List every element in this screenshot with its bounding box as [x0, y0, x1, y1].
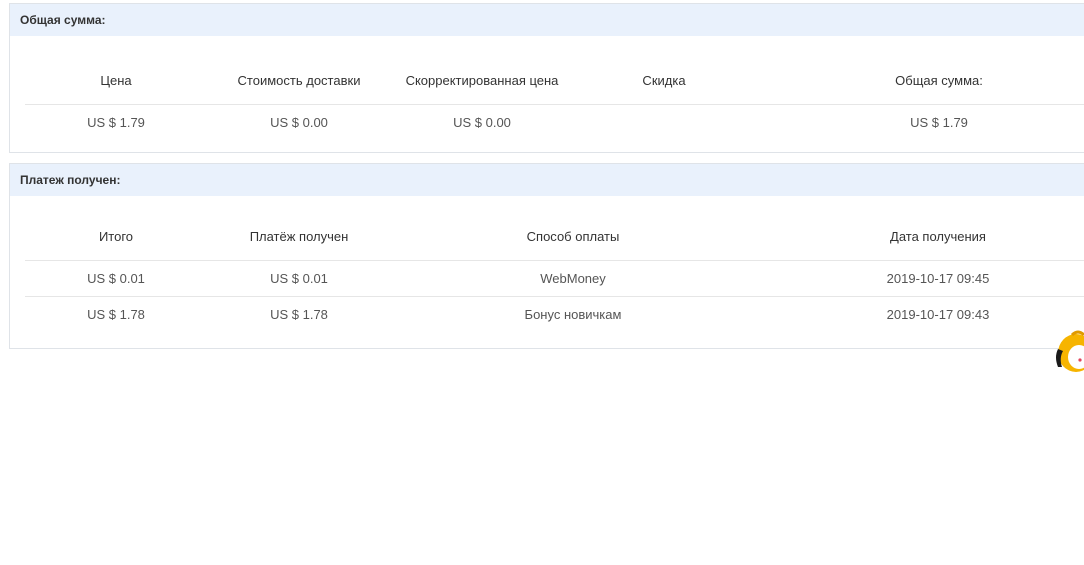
table-header-row: Цена Стоимость доставки Скорректированна… [25, 40, 1084, 105]
column-header-payment-received: Платёж получен [249, 229, 349, 244]
payment-received-value: US $ 1.78 [270, 307, 328, 322]
column-header-total-amount: Общая сумма: [895, 73, 983, 88]
payment-received-value: US $ 0.01 [270, 271, 328, 286]
payment-received-panel: Платеж получен: Итого Платёж получен Спо… [9, 163, 1084, 349]
price-value: US $ 1.79 [87, 115, 145, 130]
mascot-helper-icon-graphic [1056, 330, 1084, 372]
column-header-price: Цена [100, 73, 132, 88]
column-header-adjusted-price: Скорректированная цена [405, 73, 559, 88]
payment-received-title: Платеж получен: [10, 164, 1084, 196]
receipt-date-value: 2019-10-17 09:45 [886, 271, 990, 286]
shipping-cost-value: US $ 0.00 [270, 115, 328, 130]
total-value: US $ 0.01 [87, 271, 145, 286]
column-header-shipping-cost: Стоимость доставки [237, 73, 361, 88]
column-header-total: Итого [98, 229, 134, 244]
total-amount-table: Цена Стоимость доставки Скорректированна… [25, 40, 1084, 140]
total-amount-panel: Общая сумма: Цена Стоимость доставки Ско… [9, 3, 1084, 153]
table-header-row: Итого Платёж получен Способ оплаты Дата … [25, 196, 1084, 261]
total-amount-title: Общая сумма: [10, 4, 1084, 36]
table-row: US $ 0.01 US $ 0.01 WebMoney 2019-10-17 … [25, 261, 1084, 297]
adjusted-price-value: US $ 0.00 [453, 115, 511, 130]
column-header-discount: Скидка [642, 73, 686, 88]
column-header-receipt-date: Дата получения [890, 229, 986, 244]
table-row: US $ 1.79 US $ 0.00 US $ 0.00 US $ 1.79 [25, 105, 1084, 140]
total-value: US $ 1.78 [87, 307, 145, 322]
receipt-date-value: 2019-10-17 09:43 [886, 307, 990, 322]
mascot-helper-icon[interactable] [1052, 327, 1084, 373]
column-header-payment-method: Способ оплаты [526, 229, 620, 244]
table-row: US $ 1.78 US $ 1.78 Бонус новичкам 2019-… [25, 297, 1084, 332]
payment-table: Итого Платёж получен Способ оплаты Дата … [25, 196, 1084, 332]
payment-method-value: Бонус новичкам [524, 307, 622, 322]
payment-method-value: WebMoney [540, 271, 606, 286]
total-amount-value: US $ 1.79 [910, 115, 968, 130]
